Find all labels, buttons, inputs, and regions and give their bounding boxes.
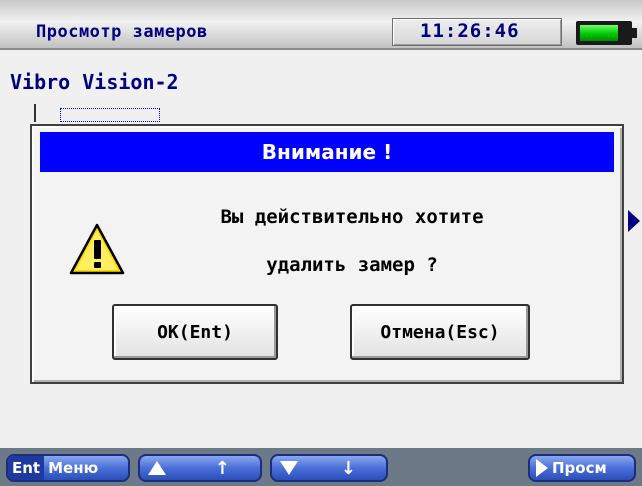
- dialog-message-line-1: Вы действительно хотите: [220, 206, 484, 228]
- ok-button[interactable]: OK(Ent): [112, 304, 278, 360]
- softkey-bar: Ent Меню ↑ ↓ Просм: [0, 448, 642, 486]
- arrow-down-icon: ↓: [340, 457, 356, 479]
- view-button[interactable]: Просм: [528, 454, 636, 482]
- battery-fill: [580, 25, 619, 41]
- cancel-button[interactable]: Отмена(Esc): [350, 304, 530, 360]
- screen-title: Просмотр замеров: [36, 22, 208, 42]
- triangle-down-icon: [280, 461, 298, 475]
- view-label: Просм: [552, 459, 607, 477]
- dialog-title: Внимание !: [261, 140, 393, 164]
- tree-item-selected[interactable]: [60, 108, 160, 122]
- header-bar: Просмотр замеров 11:26:46: [0, 0, 642, 50]
- dialog-title-bar: Внимание !: [40, 132, 614, 172]
- clock-time: 11:26:46: [420, 20, 520, 42]
- tree-connector: [34, 104, 36, 122]
- expand-right-arrow-icon[interactable]: [628, 210, 640, 232]
- dialog-message-line-2: удалить замер ?: [266, 254, 438, 276]
- device-name: Vibro Vision-2: [10, 70, 179, 94]
- confirm-delete-dialog: Внимание ! Вы действительно хотите удали…: [30, 124, 624, 384]
- battery-icon: [576, 21, 632, 45]
- ent-key-tag: Ent: [8, 456, 45, 480]
- triangle-up-icon: [148, 461, 166, 475]
- scroll-up-button[interactable]: ↑: [138, 454, 262, 482]
- triangle-right-icon: [536, 459, 548, 477]
- arrow-up-icon: ↑: [214, 457, 230, 479]
- scroll-down-button[interactable]: ↓: [270, 454, 388, 482]
- menu-button[interactable]: Ent Меню: [6, 454, 130, 482]
- battery-tip: [632, 28, 637, 38]
- warning-icon: [69, 223, 125, 275]
- menu-label: Меню: [48, 459, 99, 477]
